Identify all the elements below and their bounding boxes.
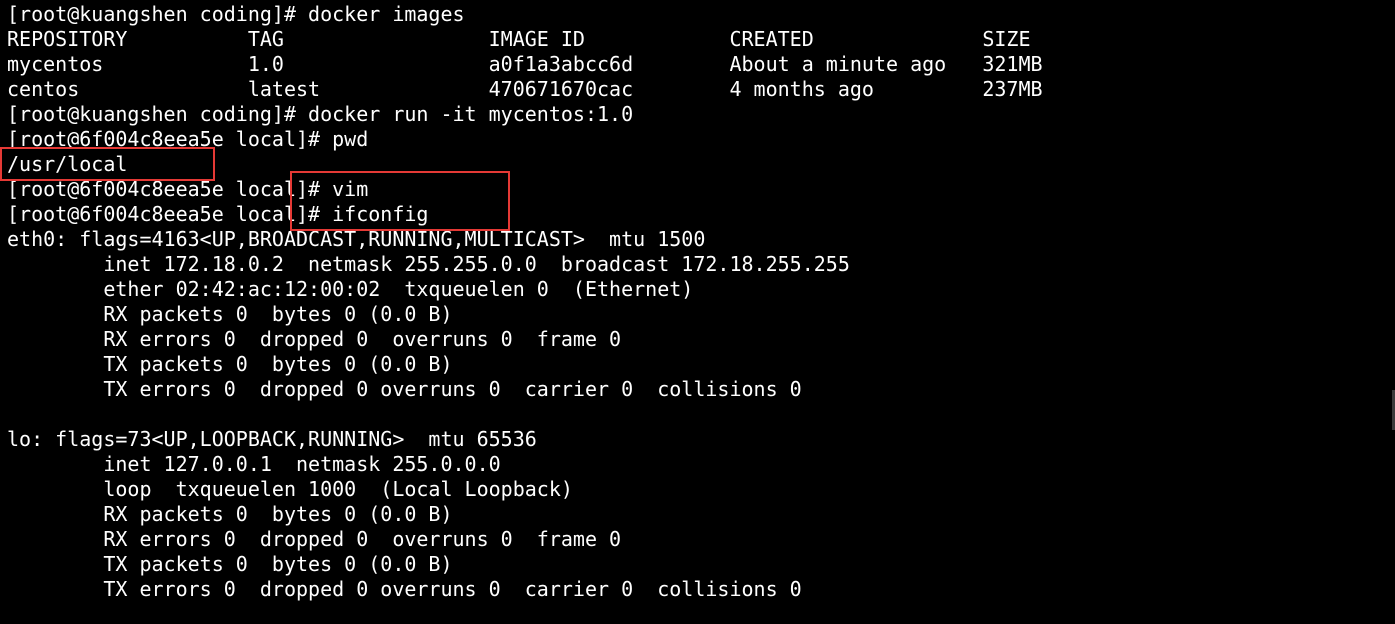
lo-tx-packets-line: TX packets 0 bytes 0 (0.0 B) xyxy=(7,552,453,576)
eth0-rx-packets-line: RX packets 0 bytes 0 (0.0 B) xyxy=(7,302,453,326)
images-table-row-mycentos: mycentos 1.0 a0f1a3abcc6d About a minute… xyxy=(7,52,1043,76)
lo-rx-packets-line: RX packets 0 bytes 0 (0.0 B) xyxy=(7,502,453,526)
terminal-output: [root@kuangshen coding]# docker images R… xyxy=(7,2,1043,602)
images-table-header: REPOSITORY TAG IMAGE ID CREATED SIZE xyxy=(7,27,1031,51)
images-table-row-centos: centos latest 470671670cac 4 months ago … xyxy=(7,77,1043,101)
lo-loop-line: loop txqueuelen 1000 (Local Loopback) xyxy=(7,477,573,501)
lo-rx-errors-line: RX errors 0 dropped 0 overruns 0 frame 0 xyxy=(7,527,622,551)
eth0-flags-line: eth0: flags=4163<UP,BROADCAST,RUNNING,MU… xyxy=(7,227,706,251)
lo-flags-line: lo: flags=73<UP,LOOPBACK,RUNNING> mtu 65… xyxy=(7,427,537,451)
pwd-output: /usr/local xyxy=(7,152,128,176)
command-line-docker-run: [root@kuangshen coding]# docker run -it … xyxy=(7,102,634,126)
eth0-ether-line: ether 02:42:ac:12:00:02 txqueuelen 0 (Et… xyxy=(7,277,694,301)
command-line-ifconfig: [root@6f004c8eea5e local]# ifconfig xyxy=(7,202,429,226)
eth0-rx-errors-line: RX errors 0 dropped 0 overruns 0 frame 0 xyxy=(7,327,622,351)
lo-inet-line: inet 127.0.0.1 netmask 255.0.0.0 xyxy=(7,452,501,476)
command-line-docker-images: [root@kuangshen coding]# docker images xyxy=(7,2,465,26)
command-line-vim: [root@6f004c8eea5e local]# vim xyxy=(7,177,369,201)
lo-tx-errors-line: TX errors 0 dropped 0 overruns 0 carrier… xyxy=(7,577,802,601)
eth0-inet-line: inet 172.18.0.2 netmask 255.255.0.0 broa… xyxy=(7,252,850,276)
command-line-pwd: [root@6f004c8eea5e local]# pwd xyxy=(7,127,369,151)
terminal-window[interactable]: [root@kuangshen coding]# docker images R… xyxy=(0,0,1395,624)
eth0-tx-packets-line: TX packets 0 bytes 0 (0.0 B) xyxy=(7,352,453,376)
eth0-tx-errors-line: TX errors 0 dropped 0 overruns 0 carrier… xyxy=(7,377,802,401)
